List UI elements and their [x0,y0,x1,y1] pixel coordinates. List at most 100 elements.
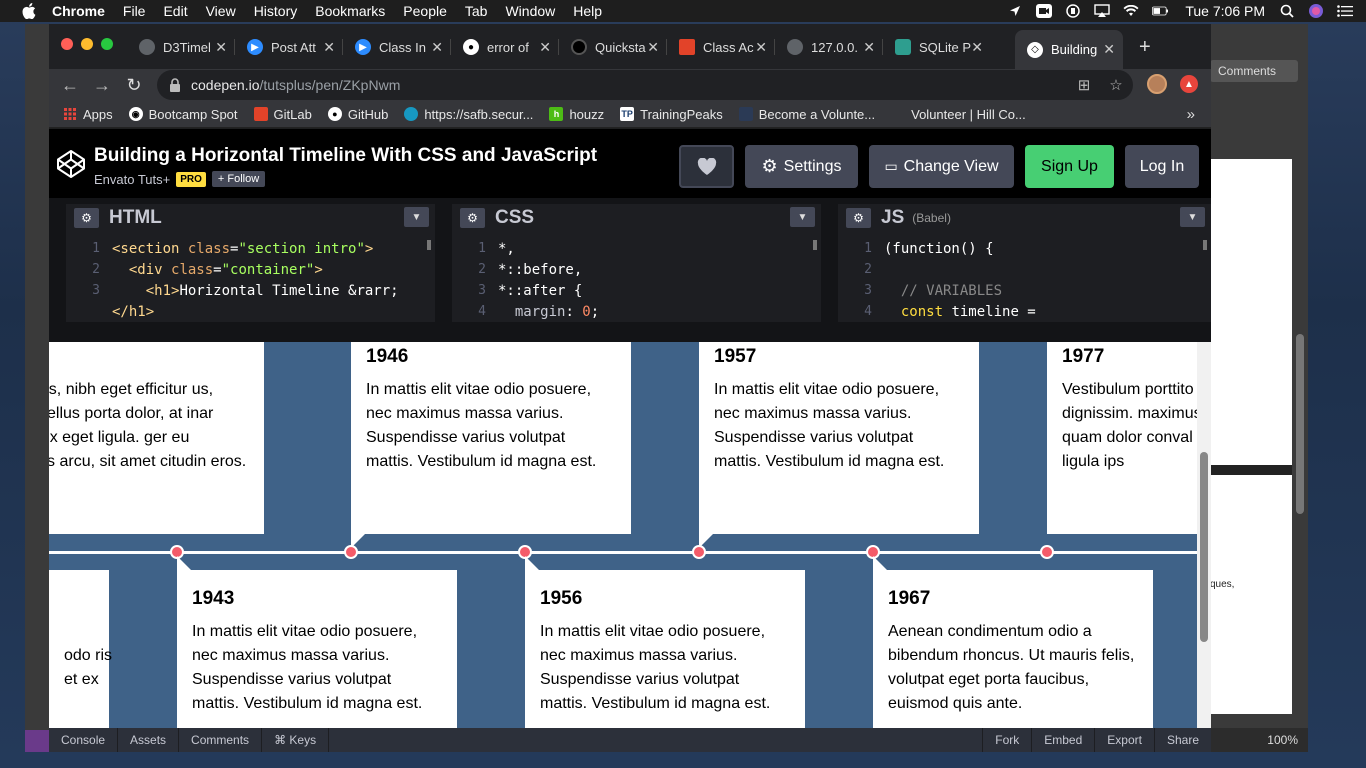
close-icon[interactable]: ✕ [539,39,551,56]
bookmark-become-volunteer[interactable]: Become a Volunte... [738,107,875,122]
preview-iframe[interactable]: 1940 n iaculis, nibh eget efficitur us, … [49,342,1211,728]
bookmark-gitlab[interactable]: GitLab [253,107,312,122]
reload-icon[interactable]: ↻ [123,74,145,96]
close-icon[interactable]: ✕ [215,39,227,56]
bookmark-houzz[interactable]: h houzz [549,107,604,122]
new-tab-button[interactable]: + [1139,36,1151,59]
preview-scrollbar[interactable] [1197,342,1211,728]
bookmark-apps[interactable]: Apps [63,107,113,122]
location-icon[interactable] [1007,4,1023,18]
tab-localhost[interactable]: 127.0.0. ✕ [775,34,883,60]
minimize-window-button[interactable] [81,38,93,50]
menu-edit[interactable]: Edit [163,3,187,19]
menu-help[interactable]: Help [573,3,602,19]
keys-button[interactable]: ⌘ Keys [262,728,330,752]
codepen-logo-icon[interactable] [56,149,86,179]
menu-tab[interactable]: Tab [465,3,488,19]
gear-icon[interactable]: ⚙ [846,208,871,228]
html-pane[interactable]: ⚙ HTML ▼ 1 <section class = "section intro"… [66,204,435,322]
timeline-text: In mattis elit vitae odio posuere, nec m… [540,623,771,712]
close-icon[interactable]: ✕ [1103,41,1115,58]
menu-bookmarks[interactable]: Bookmarks [315,3,385,19]
bookmark-github[interactable]: ● GitHub [327,107,388,122]
assets-button[interactable]: Assets [118,728,180,752]
star-icon[interactable]: ☆ [1107,76,1125,94]
export-button[interactable]: Export [1094,728,1154,752]
forward-arrow-icon[interactable]: → [91,74,113,96]
address-bar[interactable]: codepen.io/tutsplus/pen/ZKpNwm ⊞ ☆ [157,70,1133,100]
airplay-icon[interactable] [1094,4,1111,18]
menu-file[interactable]: File [123,3,146,19]
close-icon[interactable]: ✕ [431,39,443,56]
gear-icon[interactable]: ⚙ [460,208,485,228]
close-window-button[interactable] [61,38,73,50]
notification-center-icon[interactable] [1337,4,1353,18]
sign-up-button[interactable]: Sign Up [1025,145,1114,188]
scrollbar-thumb[interactable] [1200,452,1208,642]
js-pane[interactable]: ⚙ JS (Babel) ▼ 1 (function() { 2 3 // VAR… [838,204,1211,322]
embed-button[interactable]: Embed [1031,728,1094,752]
bookmark-safb[interactable]: https://safb.secur... [404,107,533,122]
battery-icon[interactable] [1152,4,1169,18]
back-arrow-icon[interactable]: ← [59,74,81,96]
background-scrollbar[interactable] [1296,334,1304,514]
close-icon[interactable]: ✕ [647,39,659,56]
share-button[interactable]: Share [1153,728,1211,752]
html-code[interactable]: 1 <section class = "section intro" > 2 <div … [66,238,435,322]
fork-button[interactable]: Fork [982,728,1031,752]
follow-button[interactable]: + Follow [211,171,266,187]
css-code[interactable]: 1 *, 2 *::before, 3 *::after { 4 margin: 0; [452,238,821,322]
menu-people[interactable]: People [403,3,447,19]
bookmark-bootcamp-spot[interactable]: ◉ Bootcamp Spot [128,107,238,122]
comments-button[interactable]: Comments [179,728,263,752]
wifi-icon[interactable] [1123,4,1139,18]
background-comments-button[interactable]: Comments [1210,60,1298,82]
change-view-button[interactable]: ▭ Change View [869,145,1014,188]
apple-icon[interactable] [20,3,38,19]
css-pane[interactable]: ⚙ CSS ▼ 1 *, 2 *::before, 3 *::after { 4 ma… [452,204,821,322]
zoom-window-button[interactable] [101,38,113,50]
html-pane-scrollbar[interactable] [427,240,431,250]
tab-d3timeline[interactable]: D3Timel ✕ [127,34,235,60]
pen-author[interactable]: Envato Tuts+ [94,172,170,187]
clock[interactable]: Tue 7:06 PM [1185,3,1265,19]
bookmark-trainingpeaks[interactable]: TP TrainingPeaks [620,107,723,122]
bookmarks-overflow-icon[interactable]: » [1187,106,1195,123]
tab-sqlite[interactable]: SQLite P ✕ [883,34,991,60]
tab-class-activities[interactable]: Class Ac ✕ [667,34,775,60]
spotlight-icon[interactable] [1279,4,1295,18]
timeline-dot [1040,545,1054,559]
close-icon[interactable]: ✕ [323,39,335,56]
chevron-down-icon[interactable]: ▼ [790,207,815,227]
profile-avatar[interactable] [1147,74,1167,94]
evernote-icon[interactable] [1065,4,1081,18]
close-icon[interactable]: ✕ [863,39,875,56]
close-icon[interactable]: ✕ [971,39,983,56]
css-pane-scrollbar[interactable] [813,240,817,250]
menu-window[interactable]: Window [505,3,555,19]
tab-quickstart[interactable]: Quicksta ✕ [559,34,667,60]
lock-icon[interactable] [169,78,181,92]
console-button[interactable]: Console [49,728,119,752]
chevron-down-icon[interactable]: ▼ [1180,207,1205,227]
bookmark-volunteer-hill[interactable]: Volunteer | Hill Co... [911,107,1026,122]
menu-view[interactable]: View [206,3,236,19]
close-icon[interactable]: ✕ [755,39,767,56]
js-pane-scrollbar[interactable] [1203,240,1207,250]
extension-icon[interactable]: ▲ [1180,75,1198,93]
translate-icon[interactable]: ⊞ [1075,76,1093,94]
chevron-down-icon[interactable]: ▼ [404,207,429,227]
tab-class-info[interactable]: ▶ Class In ✕ [343,34,451,60]
tab-building-timeline[interactable]: ◇ Building ✕ [1015,30,1123,69]
menu-chrome[interactable]: Chrome [52,3,105,19]
log-in-button[interactable]: Log In [1125,145,1199,188]
js-code[interactable]: 1 (function() { 2 3 // VARIABLES 4 const … [838,238,1211,322]
tab-github-error[interactable]: ● error of ✕ [451,34,559,60]
gear-icon[interactable]: ⚙ [74,208,99,228]
heart-button[interactable] [679,145,734,188]
settings-button[interactable]: ⚙ Settings [745,145,858,188]
siri-icon[interactable] [1308,4,1324,18]
tab-post-attendance[interactable]: ▶ Post Att ✕ [235,34,343,60]
menu-history[interactable]: History [254,3,298,19]
zoom-status-icon[interactable] [1036,4,1053,18]
